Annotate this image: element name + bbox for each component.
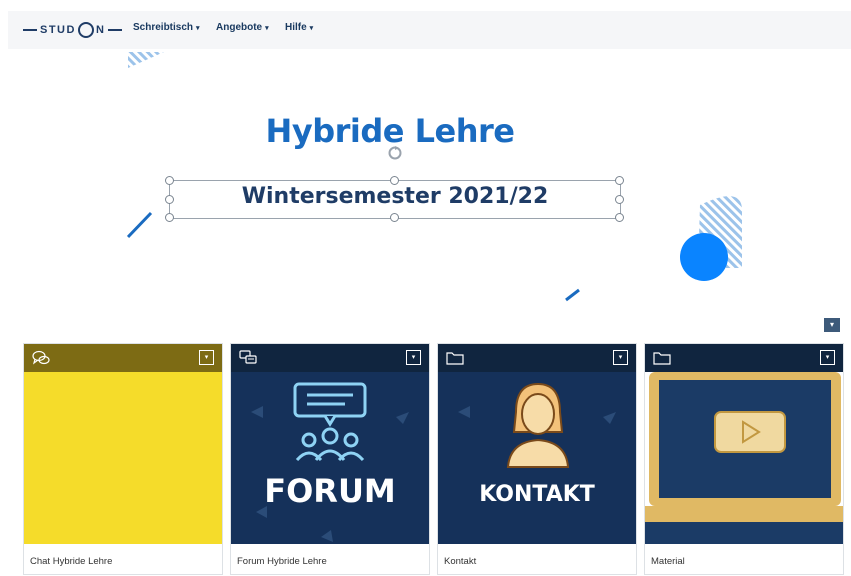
menu-angebote-label: Angebote — [216, 22, 263, 33]
menu-schreibtisch[interactable]: Schreibtisch ▾ — [133, 22, 200, 33]
resize-handle[interactable] — [165, 195, 174, 204]
resize-handle[interactable] — [165, 176, 174, 185]
contact-illustration — [458, 382, 616, 468]
resize-handle[interactable] — [390, 176, 399, 185]
resize-handle[interactable] — [615, 213, 624, 222]
resize-handle[interactable] — [615, 176, 624, 185]
tile-header: ▾ — [231, 344, 429, 372]
tile-forum[interactable]: ▾ FORUM Forum Hybride Lehre — [230, 343, 430, 575]
tile-image[interactable] — [645, 372, 843, 544]
menu-hilfe[interactable]: Hilfe ▾ — [285, 22, 313, 33]
tile-header: ▾ — [438, 344, 636, 372]
tile-caption[interactable]: Chat Hybride Lehre — [30, 556, 112, 567]
tile-image[interactable]: FORUM — [231, 372, 429, 544]
tile-header: ▾ — [24, 344, 222, 372]
page-actions-dropdown[interactable]: ▾ — [824, 318, 840, 332]
chevron-down-icon: ▾ — [196, 24, 200, 32]
tile-kontakt[interactable]: ▾ KONTAKT Kontakt — [437, 343, 637, 575]
banner-subtitle[interactable]: Wintersemester 2021/22 — [169, 184, 621, 209]
chevron-down-icon: ▾ — [309, 24, 314, 32]
tile-header: ▾ — [645, 344, 843, 372]
logo-text: STUD — [40, 24, 76, 36]
menu-angebote[interactable]: Angebote ▾ — [216, 22, 269, 33]
tile-caption[interactable]: Material — [651, 556, 685, 567]
folder-icon — [446, 352, 464, 365]
studon-logo[interactable]: STUD N — [20, 19, 125, 41]
folder-icon — [653, 352, 671, 365]
tile-menu-button[interactable]: ▾ — [199, 350, 214, 365]
menu-schreibtisch-label: Schreibtisch — [133, 22, 194, 33]
rotate-icon[interactable] — [387, 145, 403, 161]
chevron-down-icon: ▾ — [265, 24, 269, 32]
tile-menu-button[interactable]: ▾ — [820, 350, 835, 365]
forum-image-text: FORUM — [264, 472, 396, 510]
tile-material[interactable]: ▾ Material — [644, 343, 844, 575]
tile-caption[interactable]: Forum Hybride Lehre — [237, 556, 327, 567]
tile-menu-button[interactable]: ▾ — [613, 350, 628, 365]
chat-icon — [32, 350, 50, 365]
top-navigation-bar: STUD N Schreibtisch ▾ Angebote ▾ Hilfe ▾ — [8, 11, 851, 49]
kontakt-image-text: KONTAKT — [479, 482, 595, 507]
logo-ring-icon — [77, 22, 94, 38]
tile-chat[interactable]: ▾ Chat Hybride Lehre — [23, 343, 223, 575]
tile-caption[interactable]: Kontakt — [444, 556, 476, 567]
tile-image[interactable] — [24, 372, 222, 544]
resize-handle[interactable] — [615, 195, 624, 204]
forum-illustration — [251, 382, 409, 542]
resize-handle[interactable] — [390, 213, 399, 222]
menu-hilfe-label: Hilfe — [285, 22, 307, 33]
tile-image[interactable]: KONTAKT — [438, 372, 636, 544]
resize-handle[interactable] — [165, 213, 174, 222]
forum-icon — [239, 350, 257, 364]
logo-text-end: N — [95, 24, 106, 36]
video-laptop-illustration — [645, 372, 843, 544]
tile-menu-button[interactable]: ▾ — [406, 350, 421, 365]
